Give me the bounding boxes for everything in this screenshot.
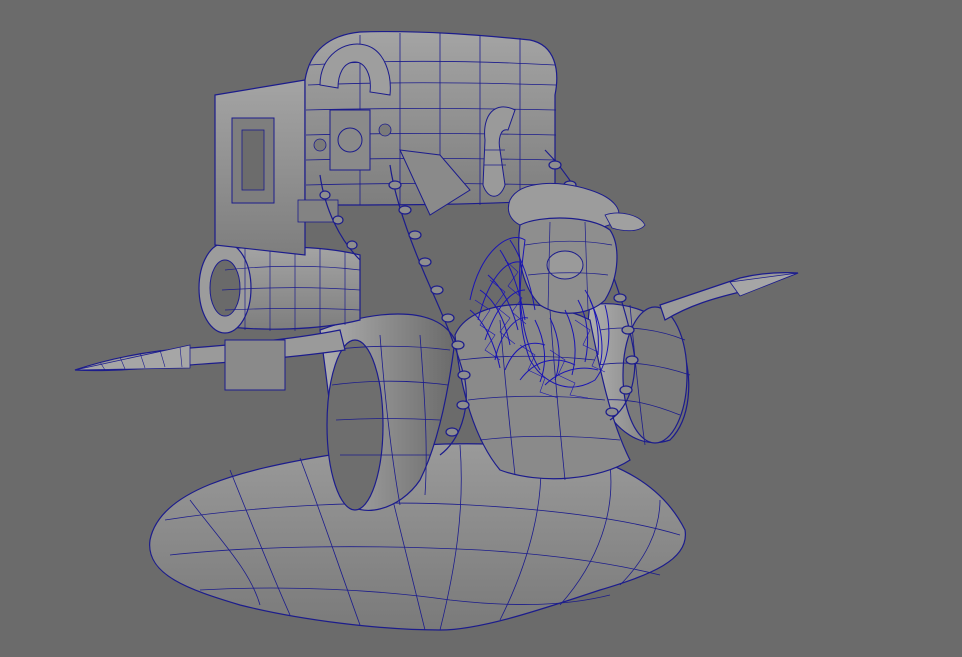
left-spike[interactable] — [74, 329, 346, 372]
scene-canvas[interactable] — [0, 0, 962, 657]
3d-viewport[interactable] — [0, 0, 962, 657]
head-with-hat[interactable] — [507, 182, 646, 314]
treasure-chest[interactable] — [214, 30, 558, 256]
right-spike[interactable] — [659, 272, 799, 321]
